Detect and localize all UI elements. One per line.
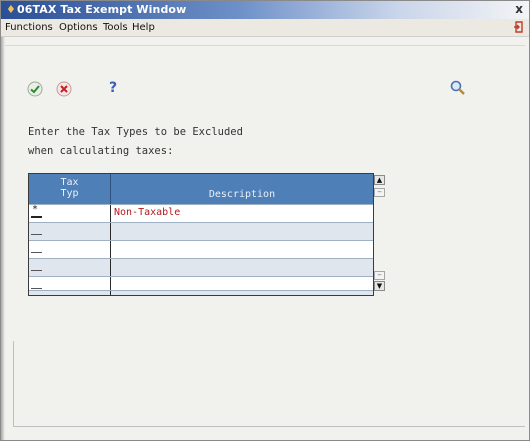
description-cell[interactable] xyxy=(111,223,373,240)
scrollbar-track[interactable] xyxy=(374,187,385,271)
title-bar: ♦ 06TAX Tax Exempt Window x xyxy=(1,1,529,19)
close-icon[interactable]: x xyxy=(515,2,523,17)
tax-type-cell[interactable]: * xyxy=(29,204,111,222)
page-down-icon[interactable]: ─ xyxy=(374,271,385,280)
instruction-line-1: Enter the Tax Types to be Excluded xyxy=(28,126,243,138)
row-marker xyxy=(31,267,42,271)
page-up-icon[interactable]: ─ xyxy=(374,188,385,197)
menu-bar: Functions Options Tools Help xyxy=(1,19,529,37)
row-marker xyxy=(31,249,42,253)
window-edge-shadow xyxy=(1,37,5,440)
column-header-tax-type[interactable]: Tax Typ xyxy=(29,174,111,204)
table-row[interactable] xyxy=(29,240,373,258)
column-header-tax-type-line1: Tax xyxy=(60,177,79,188)
exit-door-icon[interactable] xyxy=(513,20,525,34)
description-cell[interactable] xyxy=(111,291,373,295)
menu-options[interactable]: Options xyxy=(59,21,98,34)
app-logo-icon: ♦ xyxy=(6,3,16,16)
tax-exempt-window: ♦ 06TAX Tax Exempt Window x Functions Op… xyxy=(0,0,530,441)
cancel-x-icon[interactable] xyxy=(56,81,72,97)
grid-header: Tax Typ Description xyxy=(29,174,373,204)
frame-line-left xyxy=(13,341,14,427)
tax-type-cell[interactable] xyxy=(29,259,111,276)
ok-checkmark-icon[interactable] xyxy=(27,81,43,97)
tax-type-cell[interactable] xyxy=(29,223,111,240)
table-row[interactable] xyxy=(29,258,373,276)
description-cell[interactable]: Non-Taxable xyxy=(111,205,373,222)
description-cell[interactable] xyxy=(111,259,373,276)
tax-type-cell[interactable] xyxy=(29,241,111,258)
column-header-description-label: Description xyxy=(208,189,276,200)
column-header-description[interactable]: Description xyxy=(111,174,373,204)
frame-line-bottom xyxy=(13,426,525,427)
column-header-tax-type-line2: Typ xyxy=(60,188,79,199)
tax-types-grid: Tax Typ Description * Non-Taxable xyxy=(28,173,374,296)
scroll-up-arrow-icon[interactable]: ▲ xyxy=(374,175,385,185)
row-marker xyxy=(31,285,42,289)
search-icon[interactable] xyxy=(449,79,465,95)
grid-vertical-scrollbar[interactable]: ▲ ─ ─ ▼ xyxy=(374,173,385,294)
menu-functions[interactable]: Functions xyxy=(5,21,53,34)
table-row[interactable] xyxy=(29,290,373,295)
row-marker xyxy=(31,213,42,218)
menu-tools[interactable]: Tools xyxy=(103,21,128,34)
description-value: Non-Taxable xyxy=(114,207,181,218)
table-row[interactable] xyxy=(29,222,373,240)
row-marker xyxy=(31,231,42,235)
menu-help[interactable]: Help xyxy=(132,21,155,34)
scroll-down-arrow-icon[interactable]: ▼ xyxy=(374,281,385,291)
help-button[interactable]: ? xyxy=(109,79,125,96)
description-cell[interactable] xyxy=(111,241,373,258)
toolbar-separator xyxy=(5,45,525,46)
tax-type-cell[interactable] xyxy=(29,291,111,295)
window-title: 06TAX Tax Exempt Window xyxy=(17,3,187,16)
table-row[interactable]: * Non-Taxable xyxy=(29,204,373,222)
instruction-line-2: when calculating taxes: xyxy=(28,145,174,157)
